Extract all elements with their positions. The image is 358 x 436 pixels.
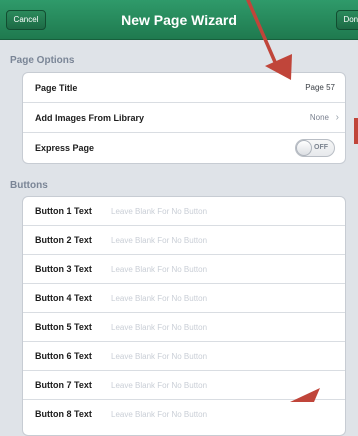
add-images-row[interactable]: Add Images From Library None › (23, 103, 345, 133)
chevron-right-icon: › (335, 112, 339, 123)
button-text-row[interactable]: Button 6 Text Leave Blank For No Button (23, 342, 345, 371)
button-text-row[interactable]: Button 1 Text Leave Blank For No Button (23, 197, 345, 226)
express-page-row: Express Page OFF (23, 133, 345, 163)
button-text-row[interactable]: Button 2 Text Leave Blank For No Button (23, 226, 345, 255)
add-images-label: Add Images From Library (35, 113, 145, 123)
page-title: New Page Wizard (121, 12, 237, 28)
button-text-input[interactable]: Leave Blank For No Button (111, 197, 207, 226)
button-text-row[interactable]: Button 7 Text Leave Blank For No Button (23, 371, 345, 400)
button-text-row[interactable]: Button 5 Text Leave Blank For No Button (23, 313, 345, 342)
button-text-row[interactable]: Button 4 Text Leave Blank For No Button (23, 284, 345, 313)
button-text-label: Button 8 Text (35, 409, 92, 419)
annotation-side-mark (354, 118, 358, 144)
button-text-label: Button 3 Text (35, 264, 92, 274)
done-button[interactable]: Done (336, 10, 358, 30)
button-text-label: Button 4 Text (35, 293, 92, 303)
buttons-group: Button 1 Text Leave Blank For No Button … (22, 196, 346, 436)
section-header-buttons: Buttons (10, 180, 48, 191)
add-images-value: None (309, 113, 329, 122)
button-text-label: Button 1 Text (35, 206, 92, 216)
button-text-input[interactable]: Leave Blank For No Button (111, 371, 207, 400)
toggle-state-text: OFF (314, 144, 328, 151)
button-text-input[interactable]: Leave Blank For No Button (111, 226, 207, 255)
page-title-row[interactable]: Page Title Page 57 (23, 73, 345, 103)
button-text-input[interactable]: Leave Blank For No Button (111, 284, 207, 313)
button-text-label: Button 5 Text (35, 322, 92, 332)
page-title-label: Page Title (35, 83, 78, 93)
button-text-row[interactable]: Button 8 Text Leave Blank For No Button (23, 400, 345, 429)
navigation-bar: Cancel New Page Wizard Done (0, 0, 358, 40)
express-page-toggle[interactable]: OFF (295, 139, 335, 157)
button-text-label: Button 2 Text (35, 235, 92, 245)
button-text-input[interactable]: Leave Blank For No Button (111, 255, 207, 284)
express-page-label: Express Page (35, 143, 95, 153)
button-text-label: Button 6 Text (35, 351, 92, 361)
page-title-value: Page 57 (305, 83, 335, 92)
section-header-page-options: Page Options (10, 55, 75, 66)
toggle-knob (296, 140, 312, 156)
button-text-label: Button 7 Text (35, 380, 92, 390)
button-text-input[interactable]: Leave Blank For No Button (111, 342, 207, 371)
page-options-group: Page Title Page 57 Add Images From Libra… (22, 72, 346, 164)
button-text-input[interactable]: Leave Blank For No Button (111, 400, 207, 429)
button-text-input[interactable]: Leave Blank For No Button (111, 313, 207, 342)
button-text-row[interactable]: Button 3 Text Leave Blank For No Button (23, 255, 345, 284)
